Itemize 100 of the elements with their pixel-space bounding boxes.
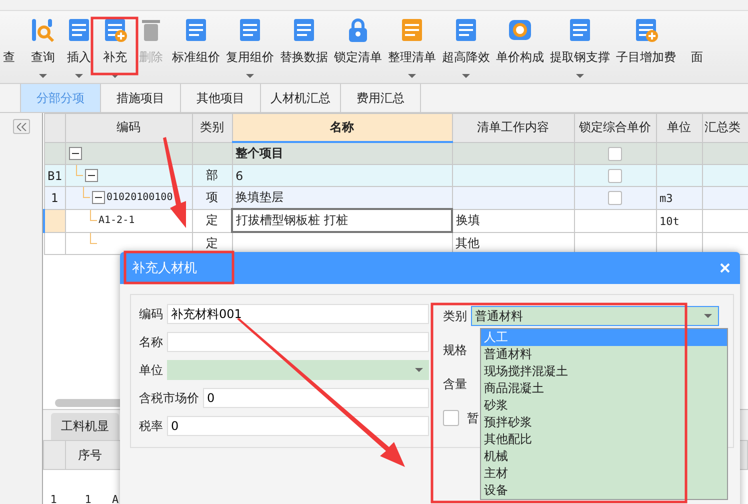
dropdown-option[interactable]: 现场搅拌混凝土 (481, 363, 727, 380)
dropdown-option[interactable]: 其他配比 (481, 431, 727, 448)
tab[interactable]: 工料机显 (51, 413, 119, 440)
field-label: 类别 (443, 308, 467, 324)
collapse-panel-button[interactable] (13, 119, 30, 134)
table-cell: 定 (206, 213, 218, 227)
field-label: 单位 (139, 362, 163, 378)
row-number: B1 (48, 168, 62, 182)
column-header[interactable]: 单位 (656, 114, 702, 142)
toolbar-button[interactable]: 提取钢支撑 (550, 49, 610, 66)
dropdown-option[interactable]: 机械 (481, 448, 727, 465)
table-cell: 打拔槽型钢板桩 打桩 (236, 213, 348, 227)
caret-icon[interactable] (462, 74, 470, 78)
toolbar-button[interactable]: 复用组价 (226, 49, 274, 66)
table-cell: 10t (660, 214, 680, 228)
document-icon (66, 17, 92, 43)
tab[interactable]: 费用汇总 (341, 84, 421, 112)
toolbar-button[interactable]: 查 (3, 49, 15, 66)
field-label: 编码 (139, 306, 163, 322)
column-header: 序号 (77, 446, 103, 464)
document-plus-icon (102, 17, 128, 43)
document-icon (291, 17, 317, 43)
toolbar-button[interactable]: 补充 (103, 49, 127, 66)
toolbar-button[interactable]: 超高降效 (442, 49, 490, 66)
caret-icon[interactable] (39, 74, 47, 78)
column-header[interactable]: 汇总类 (702, 114, 748, 142)
table-cell-text: A (112, 493, 120, 504)
table-cell: A1-2-1 (98, 215, 135, 226)
unit-dropdown[interactable] (167, 360, 429, 380)
tab[interactable]: 人材机汇总 (261, 84, 341, 112)
tab[interactable]: 其他项目 (181, 84, 261, 112)
caret-icon[interactable] (408, 74, 416, 78)
toolbar-button[interactable]: 单价构成 (496, 49, 544, 66)
checkbox[interactable] (608, 191, 622, 206)
double-chevron-icon[interactable] (16, 122, 26, 130)
row-number: 1 (50, 190, 58, 205)
document-icon (453, 17, 479, 43)
table-cell: 项 (206, 190, 218, 204)
toolbar-button[interactable]: 子目增加费 (616, 49, 676, 66)
tab[interactable]: 措施项目 (101, 84, 181, 112)
toolbar-button[interactable]: 插入 (67, 49, 91, 66)
checkbox-label: 暂 (467, 410, 479, 426)
document-plus-icon (633, 17, 659, 43)
toolbar-button[interactable]: 面 (691, 49, 703, 66)
column-header[interactable]: 编码 (65, 114, 192, 142)
table-cell: 01020100100 (106, 192, 173, 204)
input-field[interactable] (167, 332, 429, 352)
table-cell: 6 (236, 168, 244, 182)
toolbar-button[interactable]: 标准组价 (172, 49, 220, 66)
checkbox[interactable] (443, 410, 459, 426)
field-label: 规格 (443, 342, 467, 358)
toolbar-button[interactable]: 锁定清单 (334, 49, 382, 66)
toolbar-button[interactable]: 查询 (31, 49, 55, 66)
magnifier-icon (30, 17, 56, 43)
caret-icon[interactable] (246, 74, 254, 78)
table-cell: 整个项目 (236, 146, 284, 160)
field-label: 税率 (139, 418, 163, 434)
document-icon (399, 17, 425, 43)
document-icon (567, 17, 593, 43)
column-header[interactable]: 锁定综合单价 (574, 114, 656, 142)
toolbar-button[interactable]: 整理清单 (388, 49, 436, 66)
checkbox[interactable] (608, 146, 622, 161)
caret-icon[interactable] (111, 74, 119, 78)
category-dropdown[interactable]: 普通材料 (471, 306, 719, 326)
dropdown-option[interactable]: 预拌砂浆 (481, 414, 727, 431)
checkbox[interactable] (608, 168, 622, 183)
tree-connector (90, 210, 96, 221)
collapse-icon[interactable] (84, 169, 98, 182)
collapse-icon[interactable] (92, 191, 104, 204)
toolbar-button[interactable]: 替换数据 (280, 49, 328, 66)
table-cell: 部 (206, 168, 218, 182)
input-field[interactable]: 0 (167, 416, 429, 436)
dropdown-option[interactable]: 商品混凝土 (481, 380, 727, 397)
dialog-title: 补充人材机 (132, 260, 197, 277)
input-field[interactable]: 补充材料001 (167, 304, 429, 324)
document-icon (237, 17, 263, 43)
table-cell: 换填 (456, 213, 480, 227)
table-cell: 定 (206, 236, 218, 250)
table-cell-text: 1 (84, 493, 92, 504)
dropdown-option[interactable]: 普通材料 (481, 346, 727, 363)
annotation-box (90, 16, 138, 76)
table-cell: 换填垫层 (236, 190, 284, 204)
caret-icon[interactable] (576, 74, 584, 78)
close-icon[interactable] (720, 263, 730, 273)
field-label: 含税市场价 (139, 390, 199, 406)
dropdown-option[interactable]: 主材 (481, 465, 727, 482)
table-cell: m3 (660, 192, 673, 205)
tree-connector (82, 187, 90, 198)
input-field[interactable]: 0 (203, 388, 429, 408)
tree-connector (76, 166, 82, 176)
collapse-icon[interactable] (68, 146, 82, 160)
column-header[interactable]: 类别 (192, 114, 232, 142)
dropdown-option[interactable]: 砂浆 (481, 397, 727, 414)
table-cell: 其他 (456, 236, 480, 250)
field-label: 名称 (139, 334, 163, 350)
column-header[interactable]: 名称 (232, 114, 452, 142)
caret-icon[interactable] (75, 74, 83, 78)
coin-icon (507, 17, 533, 43)
column-header[interactable]: 清单工作内容 (452, 114, 574, 142)
dropdown-option[interactable]: 设备 (481, 482, 727, 499)
